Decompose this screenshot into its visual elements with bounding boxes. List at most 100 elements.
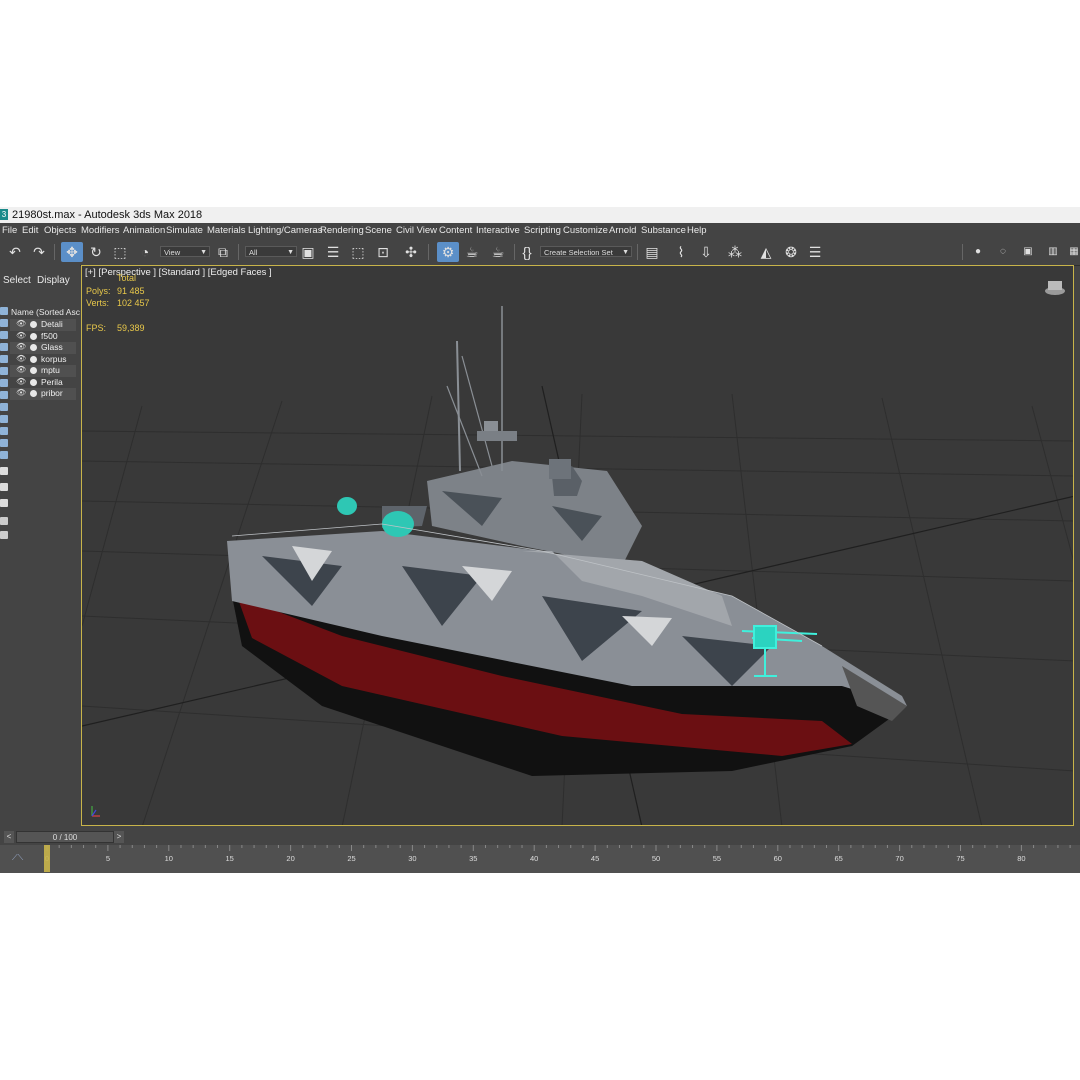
- redo-icon[interactable]: ↷: [30, 242, 48, 262]
- list-item[interactable]: 👁 Detali: [10, 319, 76, 331]
- current-frame-marker[interactable]: [44, 845, 50, 872]
- menu-rendering[interactable]: Rendering: [320, 223, 364, 239]
- display-none-icon[interactable]: [0, 467, 8, 475]
- schematic-view-icon[interactable]: ⇩: [697, 242, 715, 262]
- curve-editor-icon[interactable]: ⌇: [672, 242, 690, 262]
- list-item[interactable]: 👁 Glass: [10, 342, 76, 354]
- view-cube-icon: [1045, 281, 1065, 295]
- filter-groups-icon[interactable]: [0, 379, 8, 387]
- time-slider[interactable]: 0 / 100: [16, 831, 114, 843]
- eye-icon[interactable]: 👁: [16, 354, 26, 363]
- menu-interactive[interactable]: Interactive: [476, 223, 520, 239]
- list-item[interactable]: 👁 Perila: [10, 377, 76, 389]
- list-item[interactable]: 👁 f500: [10, 331, 76, 343]
- render-iterative-icon[interactable]: ▥: [1045, 242, 1061, 262]
- select-by-name-icon[interactable]: ☰: [324, 242, 342, 262]
- menu-substance[interactable]: Substance: [641, 223, 686, 239]
- layer-explorer-icon[interactable]: ▤: [643, 242, 661, 262]
- filter-frozen-icon[interactable]: [0, 427, 8, 435]
- edit-named-selection-icon[interactable]: {}: [518, 242, 536, 262]
- filter-all-icon[interactable]: [0, 451, 8, 459]
- select-object-icon[interactable]: ▣: [299, 242, 317, 262]
- rotate-icon[interactable]: ↻: [87, 242, 105, 262]
- eye-icon[interactable]: 👁: [16, 331, 26, 340]
- stats-polys-label: Polys:: [86, 286, 111, 296]
- pivot-center-icon[interactable]: ⧉: [214, 242, 232, 262]
- track-bar[interactable]: ⟋⟍ 05101520253035404550556065707580: [0, 845, 1080, 873]
- perspective-viewport[interactable]: [+] [Perspective ] [Standard ] [Edged Fa…: [81, 265, 1074, 826]
- list-item-label: Glass: [41, 342, 63, 352]
- menu-scene[interactable]: Scene: [365, 223, 392, 239]
- window-crossing-icon[interactable]: ⊡: [374, 242, 392, 262]
- percent-snap-icon[interactable]: ☕: [488, 242, 508, 262]
- selection-filter-dropdown[interactable]: All ▼: [245, 246, 297, 257]
- selection-region-icon[interactable]: ⬚: [349, 242, 367, 262]
- named-selection-dropdown[interactable]: Create Selection Set ▼: [540, 246, 632, 257]
- mirror-icon[interactable]: ◭: [757, 242, 775, 262]
- menu-simulate[interactable]: Simulate: [166, 223, 203, 239]
- filter-spacewarps-icon[interactable]: [0, 367, 8, 375]
- eye-icon[interactable]: 👁: [16, 319, 26, 328]
- menu-help[interactable]: Help: [687, 223, 707, 239]
- menu-lighting-cameras[interactable]: Lighting/Cameras: [248, 223, 322, 239]
- placement-icon[interactable]: ◔: [136, 242, 154, 262]
- select-and-manipulate-icon[interactable]: ✣: [402, 242, 420, 262]
- eye-icon[interactable]: 👁: [16, 365, 26, 374]
- render-production-icon[interactable]: ▣: [1020, 242, 1036, 262]
- filter-xrefs-icon[interactable]: [0, 391, 8, 399]
- toolbar-separator: [637, 244, 638, 260]
- name-column-header[interactable]: Name (Sorted Asc: [11, 307, 80, 317]
- menu-objects[interactable]: Objects: [44, 223, 76, 239]
- display-children-icon[interactable]: [0, 499, 8, 507]
- filter-funnel-icon[interactable]: [0, 517, 8, 525]
- timeline-tick-label: 70: [895, 854, 903, 863]
- time-prev-button[interactable]: <: [4, 831, 14, 843]
- tab-select[interactable]: Select: [3, 275, 31, 286]
- filter-containers-icon[interactable]: [0, 415, 8, 423]
- menu-edit[interactable]: Edit: [22, 223, 38, 239]
- menu-arnold[interactable]: Arnold: [609, 223, 636, 239]
- undo-icon[interactable]: ↶: [6, 242, 24, 262]
- move-icon[interactable]: ✥: [61, 242, 83, 262]
- menu-file[interactable]: File: [2, 223, 17, 239]
- menu-civil-view[interactable]: Civil View: [396, 223, 437, 239]
- filter-cameras-icon[interactable]: [0, 343, 8, 351]
- menu-animation[interactable]: Animation: [123, 223, 165, 239]
- render-setup-icon[interactable]: ●: [970, 242, 986, 262]
- filter-hidden-icon[interactable]: [0, 439, 8, 447]
- find-icon[interactable]: [0, 531, 8, 539]
- time-next-button[interactable]: >: [114, 831, 124, 843]
- reference-coordinate-dropdown[interactable]: View ▼: [160, 246, 210, 257]
- rendered-frame-icon[interactable]: ◌: [995, 242, 1011, 262]
- align-icon[interactable]: ❂: [782, 242, 800, 262]
- filter-bones-icon[interactable]: [0, 403, 8, 411]
- scene-explorer-panel: Select Display Name (Sorted Asc 👁 Detali …: [0, 265, 80, 864]
- list-item-label: mptu: [41, 365, 60, 375]
- toggle-ribbon-icon[interactable]: ☰: [806, 242, 824, 262]
- list-item[interactable]: 👁 pribor: [10, 388, 76, 400]
- list-item[interactable]: 👁 mptu: [10, 365, 76, 377]
- timeline-ruler: 05101520253035404550556065707580: [44, 845, 1071, 872]
- list-item-label: pribor: [41, 388, 63, 398]
- list-item[interactable]: 👁 korpus: [10, 354, 76, 366]
- render-online-icon[interactable]: ▦: [1068, 242, 1080, 262]
- filter-helpers-icon[interactable]: [0, 355, 8, 363]
- scale-icon[interactable]: ⬚: [111, 242, 129, 262]
- menu-modifiers[interactable]: Modifiers: [81, 223, 120, 239]
- tab-display[interactable]: Display: [37, 275, 70, 286]
- filter-geometry-icon[interactable]: [0, 307, 8, 315]
- menu-content[interactable]: Content: [439, 223, 472, 239]
- eye-icon[interactable]: 👁: [16, 377, 26, 386]
- menu-materials[interactable]: Materials: [207, 223, 246, 239]
- filter-shapes-icon[interactable]: [0, 319, 8, 327]
- eye-icon[interactable]: 👁: [16, 388, 26, 397]
- menu-scripting[interactable]: Scripting: [524, 223, 561, 239]
- angle-snap-icon[interactable]: ☕: [462, 242, 482, 262]
- viewport-label[interactable]: [+] [Perspective ] [Standard ] [Edged Fa…: [85, 267, 272, 278]
- eye-icon[interactable]: 👁: [16, 342, 26, 351]
- filter-lights-icon[interactable]: [0, 331, 8, 339]
- menu-customize[interactable]: Customize: [563, 223, 608, 239]
- snap-toggle-icon[interactable]: ⚙: [437, 242, 459, 262]
- material-editor-icon[interactable]: ⁂: [726, 242, 744, 262]
- display-invert-icon[interactable]: [0, 483, 8, 491]
